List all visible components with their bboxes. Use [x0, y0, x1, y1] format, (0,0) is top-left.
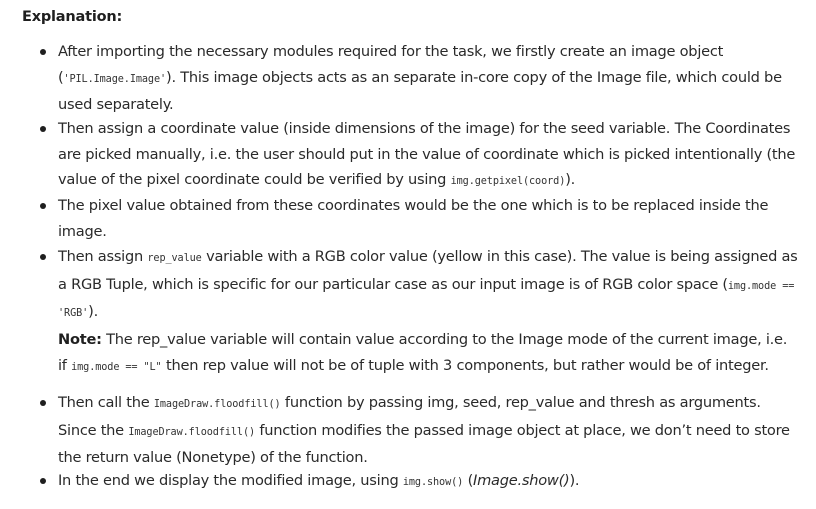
inline-code: ImageDraw.floodfill() — [128, 426, 256, 438]
note-paragraph: Note: The rep_value variable will contai… — [58, 327, 798, 380]
inline-code: 'PIL.Image.Image' — [63, 73, 167, 85]
bullet-icon — [40, 254, 46, 260]
item-text: ). — [569, 472, 580, 489]
list-item: Then call the ImageDraw.floodfill() func… — [40, 390, 798, 471]
bullet-icon — [40, 126, 46, 132]
item-text: Then assign a coordinate value (inside d… — [58, 120, 796, 188]
list-item: The pixel value obtained from these coor… — [40, 193, 798, 244]
inline-code: ImageDraw.floodfill() — [153, 399, 281, 410]
list-item: In the end we display the modified image… — [40, 468, 798, 496]
list-item: After importing the necessary modules re… — [40, 39, 798, 118]
item-text: Then call the — [58, 394, 154, 411]
explanation-section: Explanation: After importing the necessa… — [0, 0, 816, 509]
item-text: Then assign — [58, 248, 148, 265]
note-text: then rep value will not be of tuple with… — [161, 356, 769, 374]
list-item: Then assign a coordinate value (inside d… — [40, 116, 798, 195]
inline-code: img.show() — [402, 477, 464, 488]
item-text: ). This image objects acts as an separat… — [58, 68, 782, 114]
bullet-icon — [40, 203, 46, 209]
bullet-icon — [40, 400, 46, 406]
inline-code: rep_value — [147, 253, 202, 264]
item-text: ( — [463, 472, 474, 489]
item-text: The pixel value obtained from these coor… — [58, 197, 769, 240]
item-text: ). — [88, 303, 99, 320]
bullet-icon — [40, 478, 46, 484]
list-item: Then assign rep_value variable with a RG… — [40, 244, 798, 327]
inline-code: img.getpixel(coord) — [450, 176, 566, 187]
section-heading: Explanation: — [22, 9, 123, 25]
item-text: ). — [565, 171, 576, 188]
italic-text: Image.show() — [473, 472, 570, 489]
bullet-icon — [40, 49, 46, 55]
item-text: In the end we display the modified image… — [58, 472, 403, 489]
inline-code: img.mode == "L" — [71, 361, 162, 373]
note-label: Note: — [58, 331, 102, 348]
